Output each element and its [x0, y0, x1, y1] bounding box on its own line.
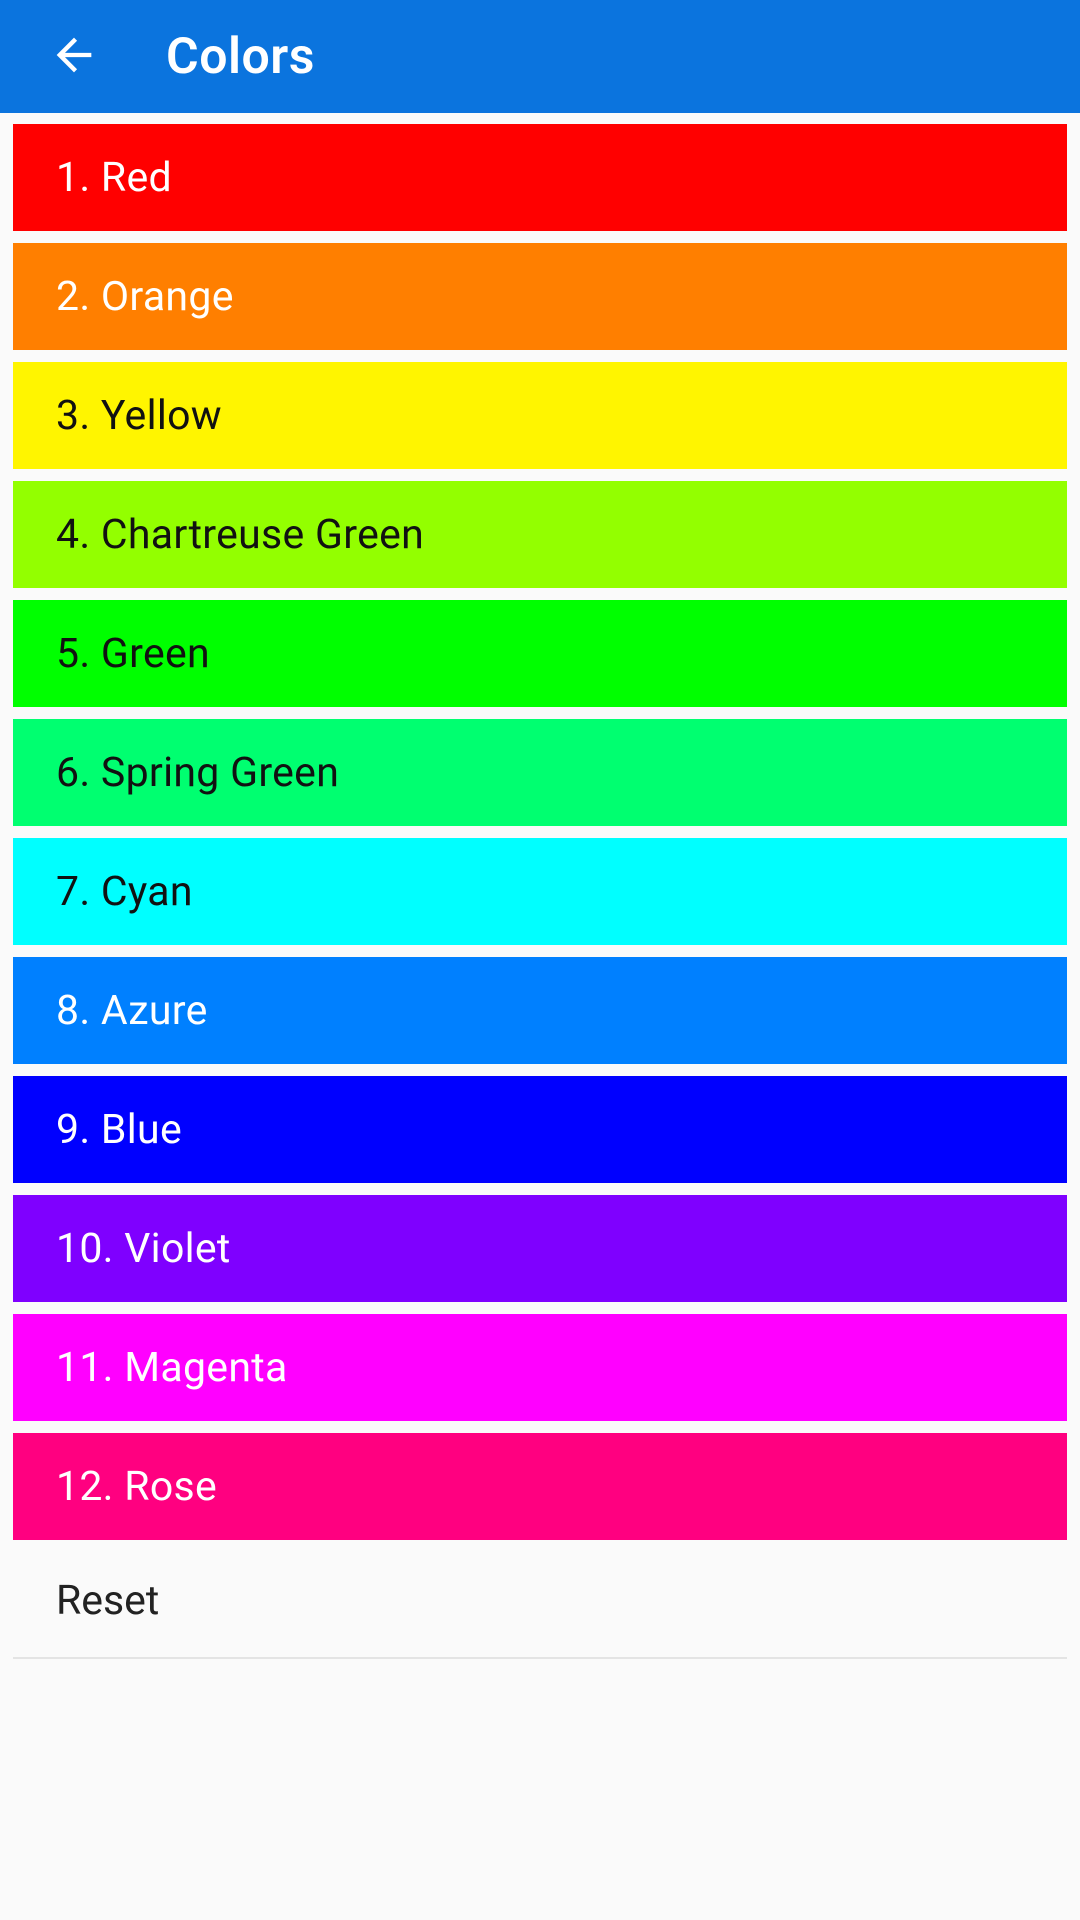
color-item-label: 4. Chartreuse Green — [56, 510, 425, 559]
color-item-label: 5. Green — [56, 629, 210, 678]
color-item-yellow[interactable]: 3. Yellow — [13, 362, 1067, 469]
color-item-label: 7. Cyan — [56, 867, 193, 916]
color-item-label: 6. Spring Green — [56, 748, 340, 797]
reset-button[interactable]: Reset — [13, 1544, 1067, 1659]
color-list: 1. Red 2. Orange 3. Yellow 4. Chartreuse… — [0, 113, 1080, 1540]
color-item-label: 2. Orange — [56, 272, 234, 321]
color-item-azure[interactable]: 8. Azure — [13, 957, 1067, 1064]
color-item-label: 9. Blue — [56, 1105, 182, 1154]
reset-label: Reset — [56, 1576, 160, 1625]
color-item-label: 12. Rose — [56, 1462, 218, 1511]
back-button[interactable] — [24, 7, 124, 107]
color-item-label: 11. Magenta — [56, 1343, 288, 1392]
color-item-orange[interactable]: 2. Orange — [13, 243, 1067, 350]
color-item-rose[interactable]: 12. Rose — [13, 1433, 1067, 1540]
color-item-label: 3. Yellow — [56, 391, 222, 440]
arrow-left-icon — [48, 29, 100, 85]
app-bar: Colors — [0, 0, 1080, 113]
color-item-label: 1. Red — [56, 153, 172, 202]
color-item-chartreuse-green[interactable]: 4. Chartreuse Green — [13, 481, 1067, 588]
color-item-magenta[interactable]: 11. Magenta — [13, 1314, 1067, 1421]
color-item-blue[interactable]: 9. Blue — [13, 1076, 1067, 1183]
color-item-green[interactable]: 5. Green — [13, 600, 1067, 707]
color-item-red[interactable]: 1. Red — [13, 124, 1067, 231]
page-title: Colors — [166, 27, 315, 86]
color-item-label: 8. Azure — [56, 986, 208, 1035]
color-item-violet[interactable]: 10. Violet — [13, 1195, 1067, 1302]
color-item-label: 10. Violet — [56, 1224, 231, 1273]
color-item-cyan[interactable]: 7. Cyan — [13, 838, 1067, 945]
color-item-spring-green[interactable]: 6. Spring Green — [13, 719, 1067, 826]
